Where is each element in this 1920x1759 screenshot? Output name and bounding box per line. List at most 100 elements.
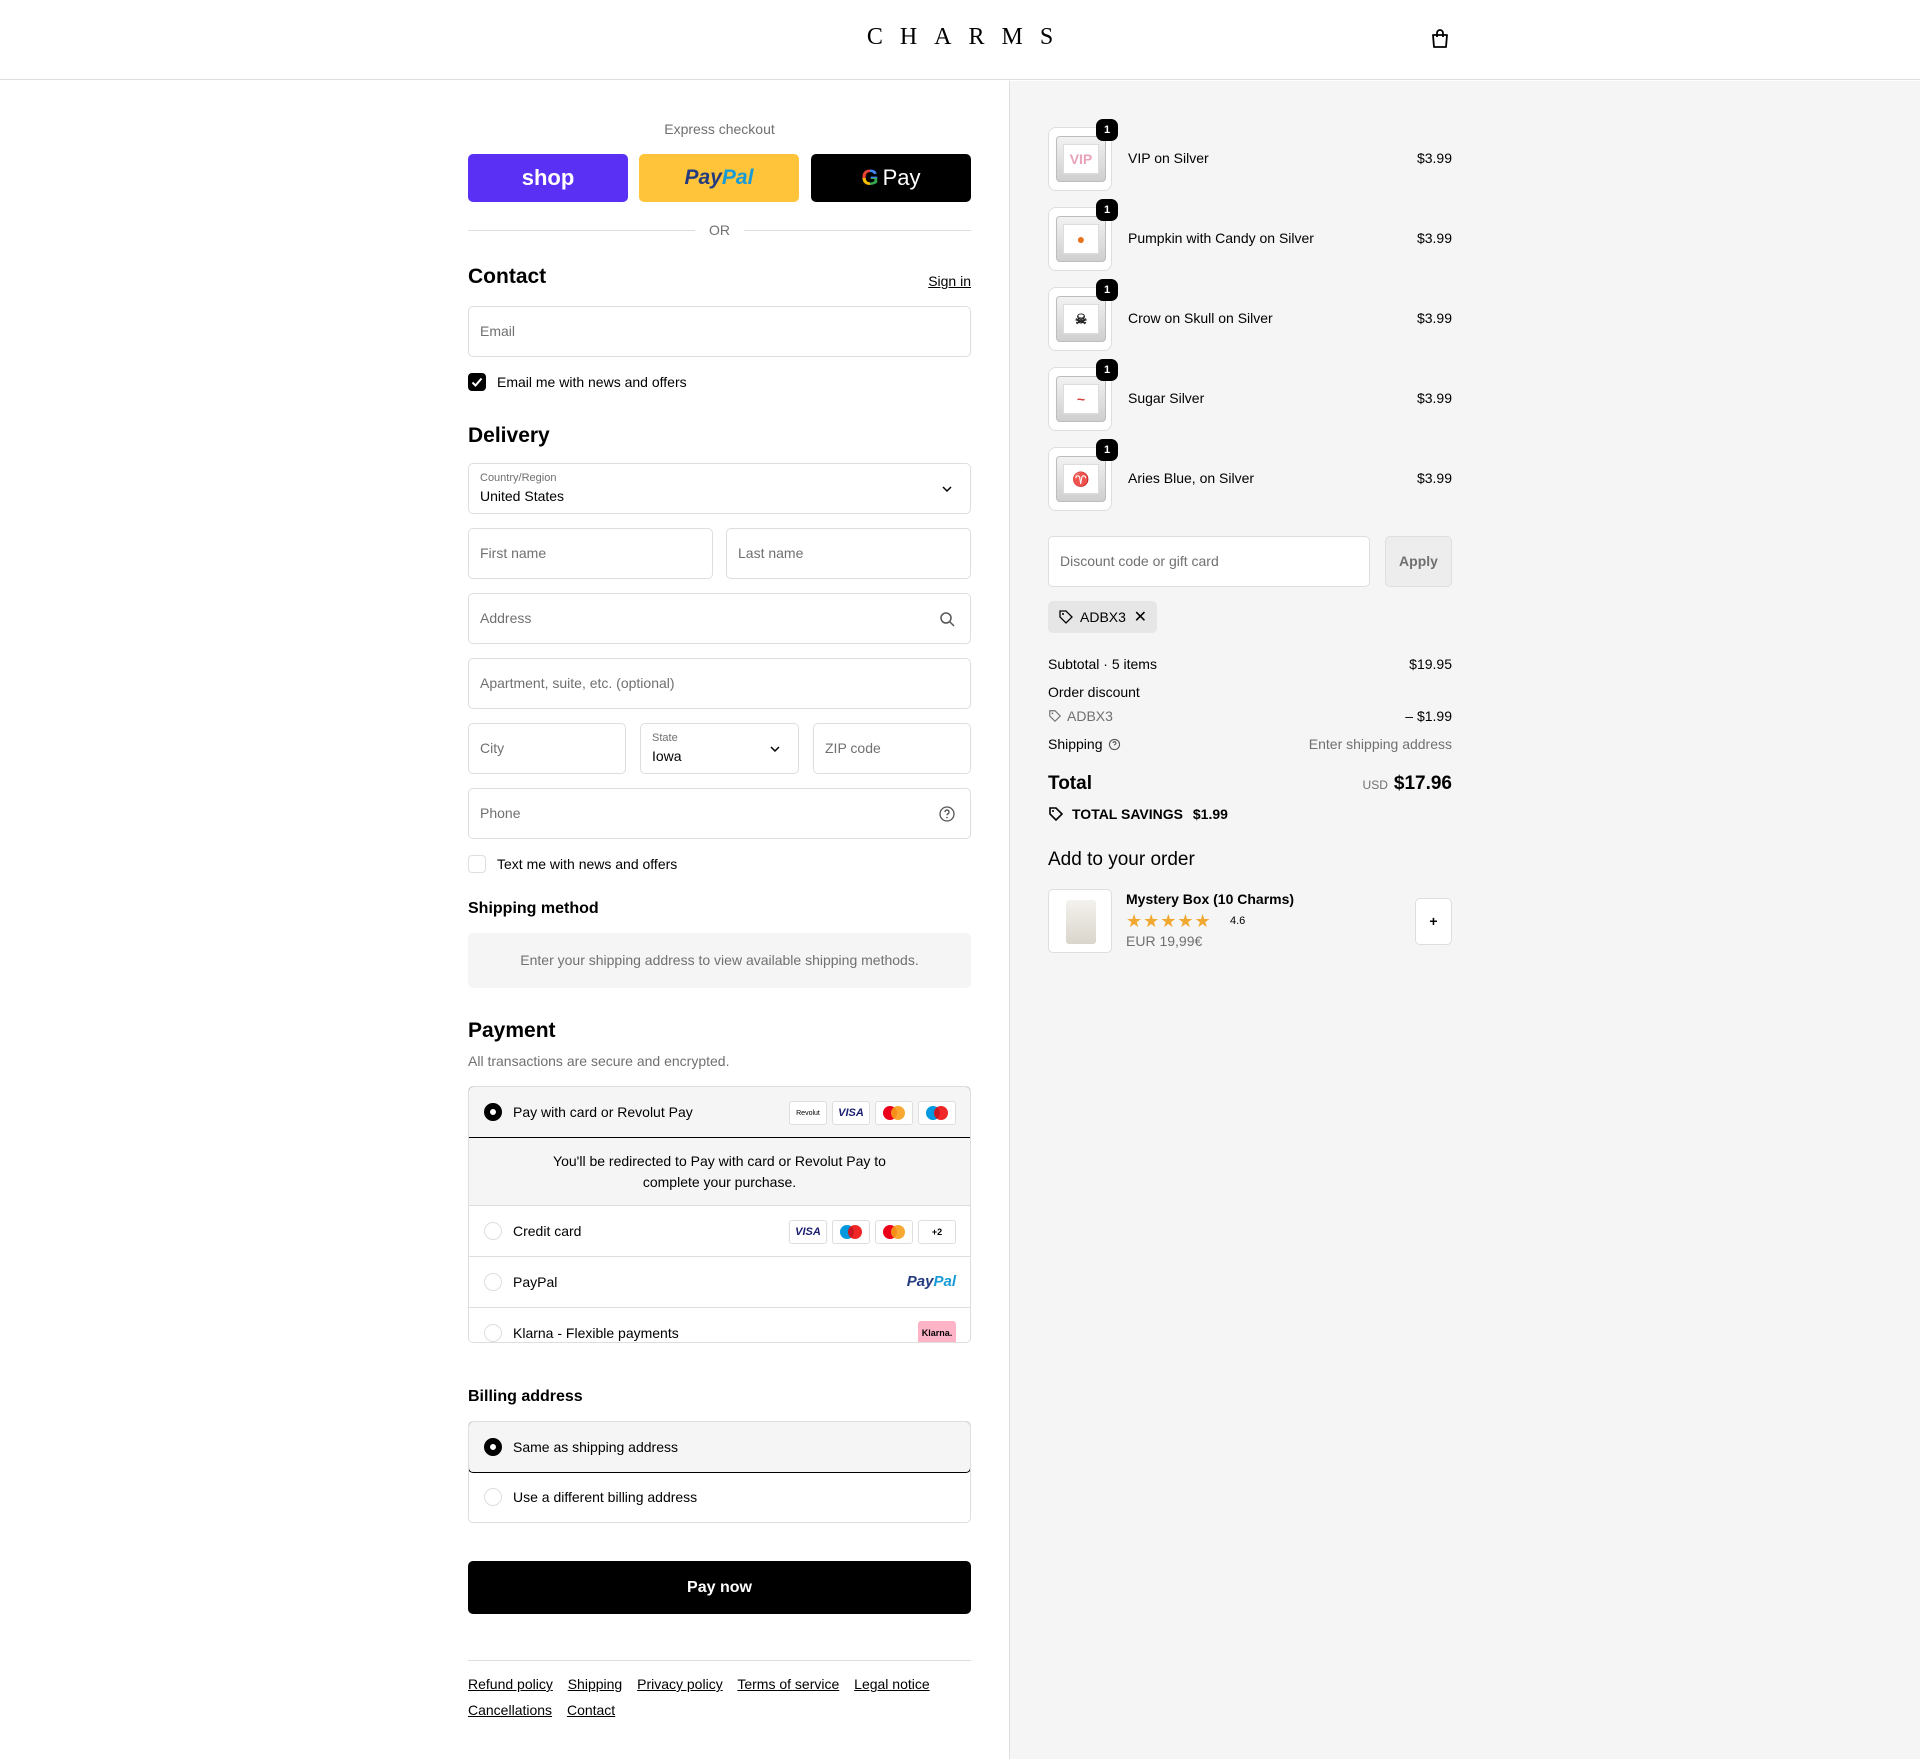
billing-option-different[interactable]: Use a different billing address: [469, 1472, 970, 1522]
paypal-label-pay: Pay: [684, 166, 722, 189]
cancellations-link[interactable]: Cancellations: [468, 1702, 552, 1718]
contact-link[interactable]: Contact: [567, 1702, 615, 1718]
tag-icon: [1059, 610, 1073, 624]
state-select[interactable]: State Iowa: [640, 723, 799, 774]
payment-option-credit-card[interactable]: Credit card VISA +2: [469, 1206, 970, 1257]
shopping-bag-icon[interactable]: [1429, 28, 1451, 50]
email-news-checkbox[interactable]: [468, 373, 486, 391]
item-price: $3.99: [1416, 470, 1452, 486]
radio-unselected[interactable]: [484, 1222, 502, 1240]
shipping-label: Shipping: [1048, 736, 1103, 752]
radio-unselected[interactable]: [484, 1324, 502, 1342]
rating-value: 4.6: [1230, 915, 1246, 927]
google-pay-button[interactable]: G Pay: [811, 154, 971, 202]
tag-icon: [1049, 710, 1062, 723]
refund-policy-link[interactable]: Refund policy: [468, 1676, 553, 1692]
shop-pay-button[interactable]: shop: [468, 154, 628, 202]
rating-stars: ★★★★★: [1126, 911, 1212, 931]
billing-option-label: Use a different billing address: [513, 1489, 698, 1505]
delivery-heading: Delivery: [468, 424, 550, 447]
billing-option-same[interactable]: Same as shipping address: [469, 1422, 970, 1473]
discount-code-label: ADBX3: [1080, 609, 1126, 625]
card-logos: Revolut VISA: [789, 1101, 956, 1125]
charm-face: ♈: [1063, 464, 1099, 494]
terms-of-service-link[interactable]: Terms of service: [737, 1676, 839, 1692]
check-icon: [471, 377, 483, 387]
text-news-checkbox[interactable]: [468, 855, 486, 873]
country-value: United States: [480, 488, 565, 504]
klarna-logo: Klarna.: [918, 1321, 956, 1342]
site-header: CHARMS: [0, 0, 1920, 80]
state-label: State: [652, 732, 678, 744]
subtotal-row: Subtotal · 5 items $19.95: [1048, 656, 1452, 672]
apartment-field[interactable]: Apartment, suite, etc. (optional): [468, 658, 971, 709]
payment-option-label: Pay with card or Revolut Pay: [513, 1104, 693, 1120]
help-circle-icon[interactable]: [1108, 738, 1121, 751]
shipping-value: Enter shipping address: [1308, 736, 1452, 752]
privacy-policy-link[interactable]: Privacy policy: [637, 1676, 723, 1692]
help-circle-icon[interactable]: [938, 805, 956, 823]
quantity-badge: 1: [1096, 359, 1118, 381]
redirect-message: You'll be redirected to Pay with card or…: [469, 1137, 970, 1206]
paypal-logo-pay: Pay: [906, 1273, 934, 1290]
city-placeholder: City: [480, 740, 505, 756]
shipping-link[interactable]: Shipping: [568, 1676, 623, 1692]
upsell-product-name[interactable]: Mystery Box (10 Charms): [1126, 891, 1294, 907]
radio-selected[interactable]: [484, 1438, 502, 1456]
add-upsell-button[interactable]: +: [1415, 898, 1452, 945]
mastercard-logo: [875, 1220, 913, 1244]
paypal-label-pal: Pal: [721, 166, 754, 189]
quantity-badge: 1: [1096, 279, 1118, 301]
savings-label: TOTAL SAVINGS: [1072, 806, 1183, 822]
city-field[interactable]: City: [468, 723, 626, 774]
discount-code-summary: ADBX3: [1067, 708, 1113, 724]
upsell-thumbnail: [1048, 889, 1112, 953]
brand-logo[interactable]: CHARMS: [0, 24, 1920, 51]
payment-option-label: PayPal: [513, 1274, 558, 1290]
payment-option-klarna[interactable]: Klarna - Flexible payments Klarna.: [469, 1308, 970, 1342]
last-name-placeholder: Last name: [738, 545, 804, 561]
payment-option-paypal[interactable]: PayPal PayPal: [469, 1257, 970, 1308]
total-value: $17.96: [1393, 773, 1452, 794]
billing-heading: Billing address: [468, 1388, 583, 1405]
pay-now-button[interactable]: Pay now: [468, 1561, 971, 1614]
tag-icon: [1049, 807, 1064, 822]
shipping-method-message: Enter your shipping address to view avai…: [468, 933, 971, 988]
email-placeholder: Email: [480, 323, 516, 339]
text-news-label: Text me with news and offers: [497, 856, 678, 872]
apply-discount-button[interactable]: Apply: [1385, 536, 1452, 587]
address-field[interactable]: Address: [468, 593, 971, 644]
cart-item: ♈ 1 Aries Blue, on Silver $3.99: [1048, 439, 1452, 511]
email-field[interactable]: Email: [468, 306, 971, 357]
radio-selected[interactable]: [484, 1103, 502, 1121]
legal-notice-link[interactable]: Legal notice: [854, 1676, 930, 1692]
payment-option-revolut[interactable]: Pay with card or Revolut Pay Revolut VIS…: [469, 1087, 970, 1138]
zip-field[interactable]: ZIP code: [813, 723, 971, 774]
or-label: OR: [709, 222, 730, 238]
card-logos: VISA +2: [789, 1220, 956, 1244]
billing-option-label: Same as shipping address: [513, 1439, 678, 1455]
upsell-price: EUR 19,99€: [1126, 933, 1203, 949]
quantity-badge: 1: [1096, 199, 1118, 221]
paypal-button[interactable]: Pay Pal: [639, 154, 799, 202]
order-discount-label: Order discount: [1048, 684, 1140, 700]
payment-option-label: Credit card: [513, 1223, 582, 1239]
discount-code-input[interactable]: Discount code or gift card: [1048, 536, 1370, 587]
radio-unselected[interactable]: [484, 1488, 502, 1506]
remove-discount-icon[interactable]: ✕: [1134, 607, 1147, 627]
sign-in-link[interactable]: Sign in: [928, 273, 971, 289]
mystery-box-image: [1066, 900, 1096, 944]
charm-face: ~: [1063, 384, 1099, 414]
last-name-field[interactable]: Last name: [726, 528, 971, 579]
first-name-field[interactable]: First name: [468, 528, 713, 579]
country-select[interactable]: Country/Region United States: [468, 463, 971, 514]
google-g-icon: G: [861, 165, 879, 190]
mastercard-logo: [875, 1101, 913, 1125]
radio-unselected[interactable]: [484, 1273, 502, 1291]
total-label: Total: [1048, 773, 1092, 794]
charm-image: VIP: [1056, 136, 1106, 182]
phone-field[interactable]: Phone: [468, 788, 971, 839]
charm-face: ●: [1063, 224, 1099, 254]
discount-placeholder: Discount code or gift card: [1060, 553, 1219, 569]
payment-subtitle: All transactions are secure and encrypte…: [468, 1053, 730, 1069]
